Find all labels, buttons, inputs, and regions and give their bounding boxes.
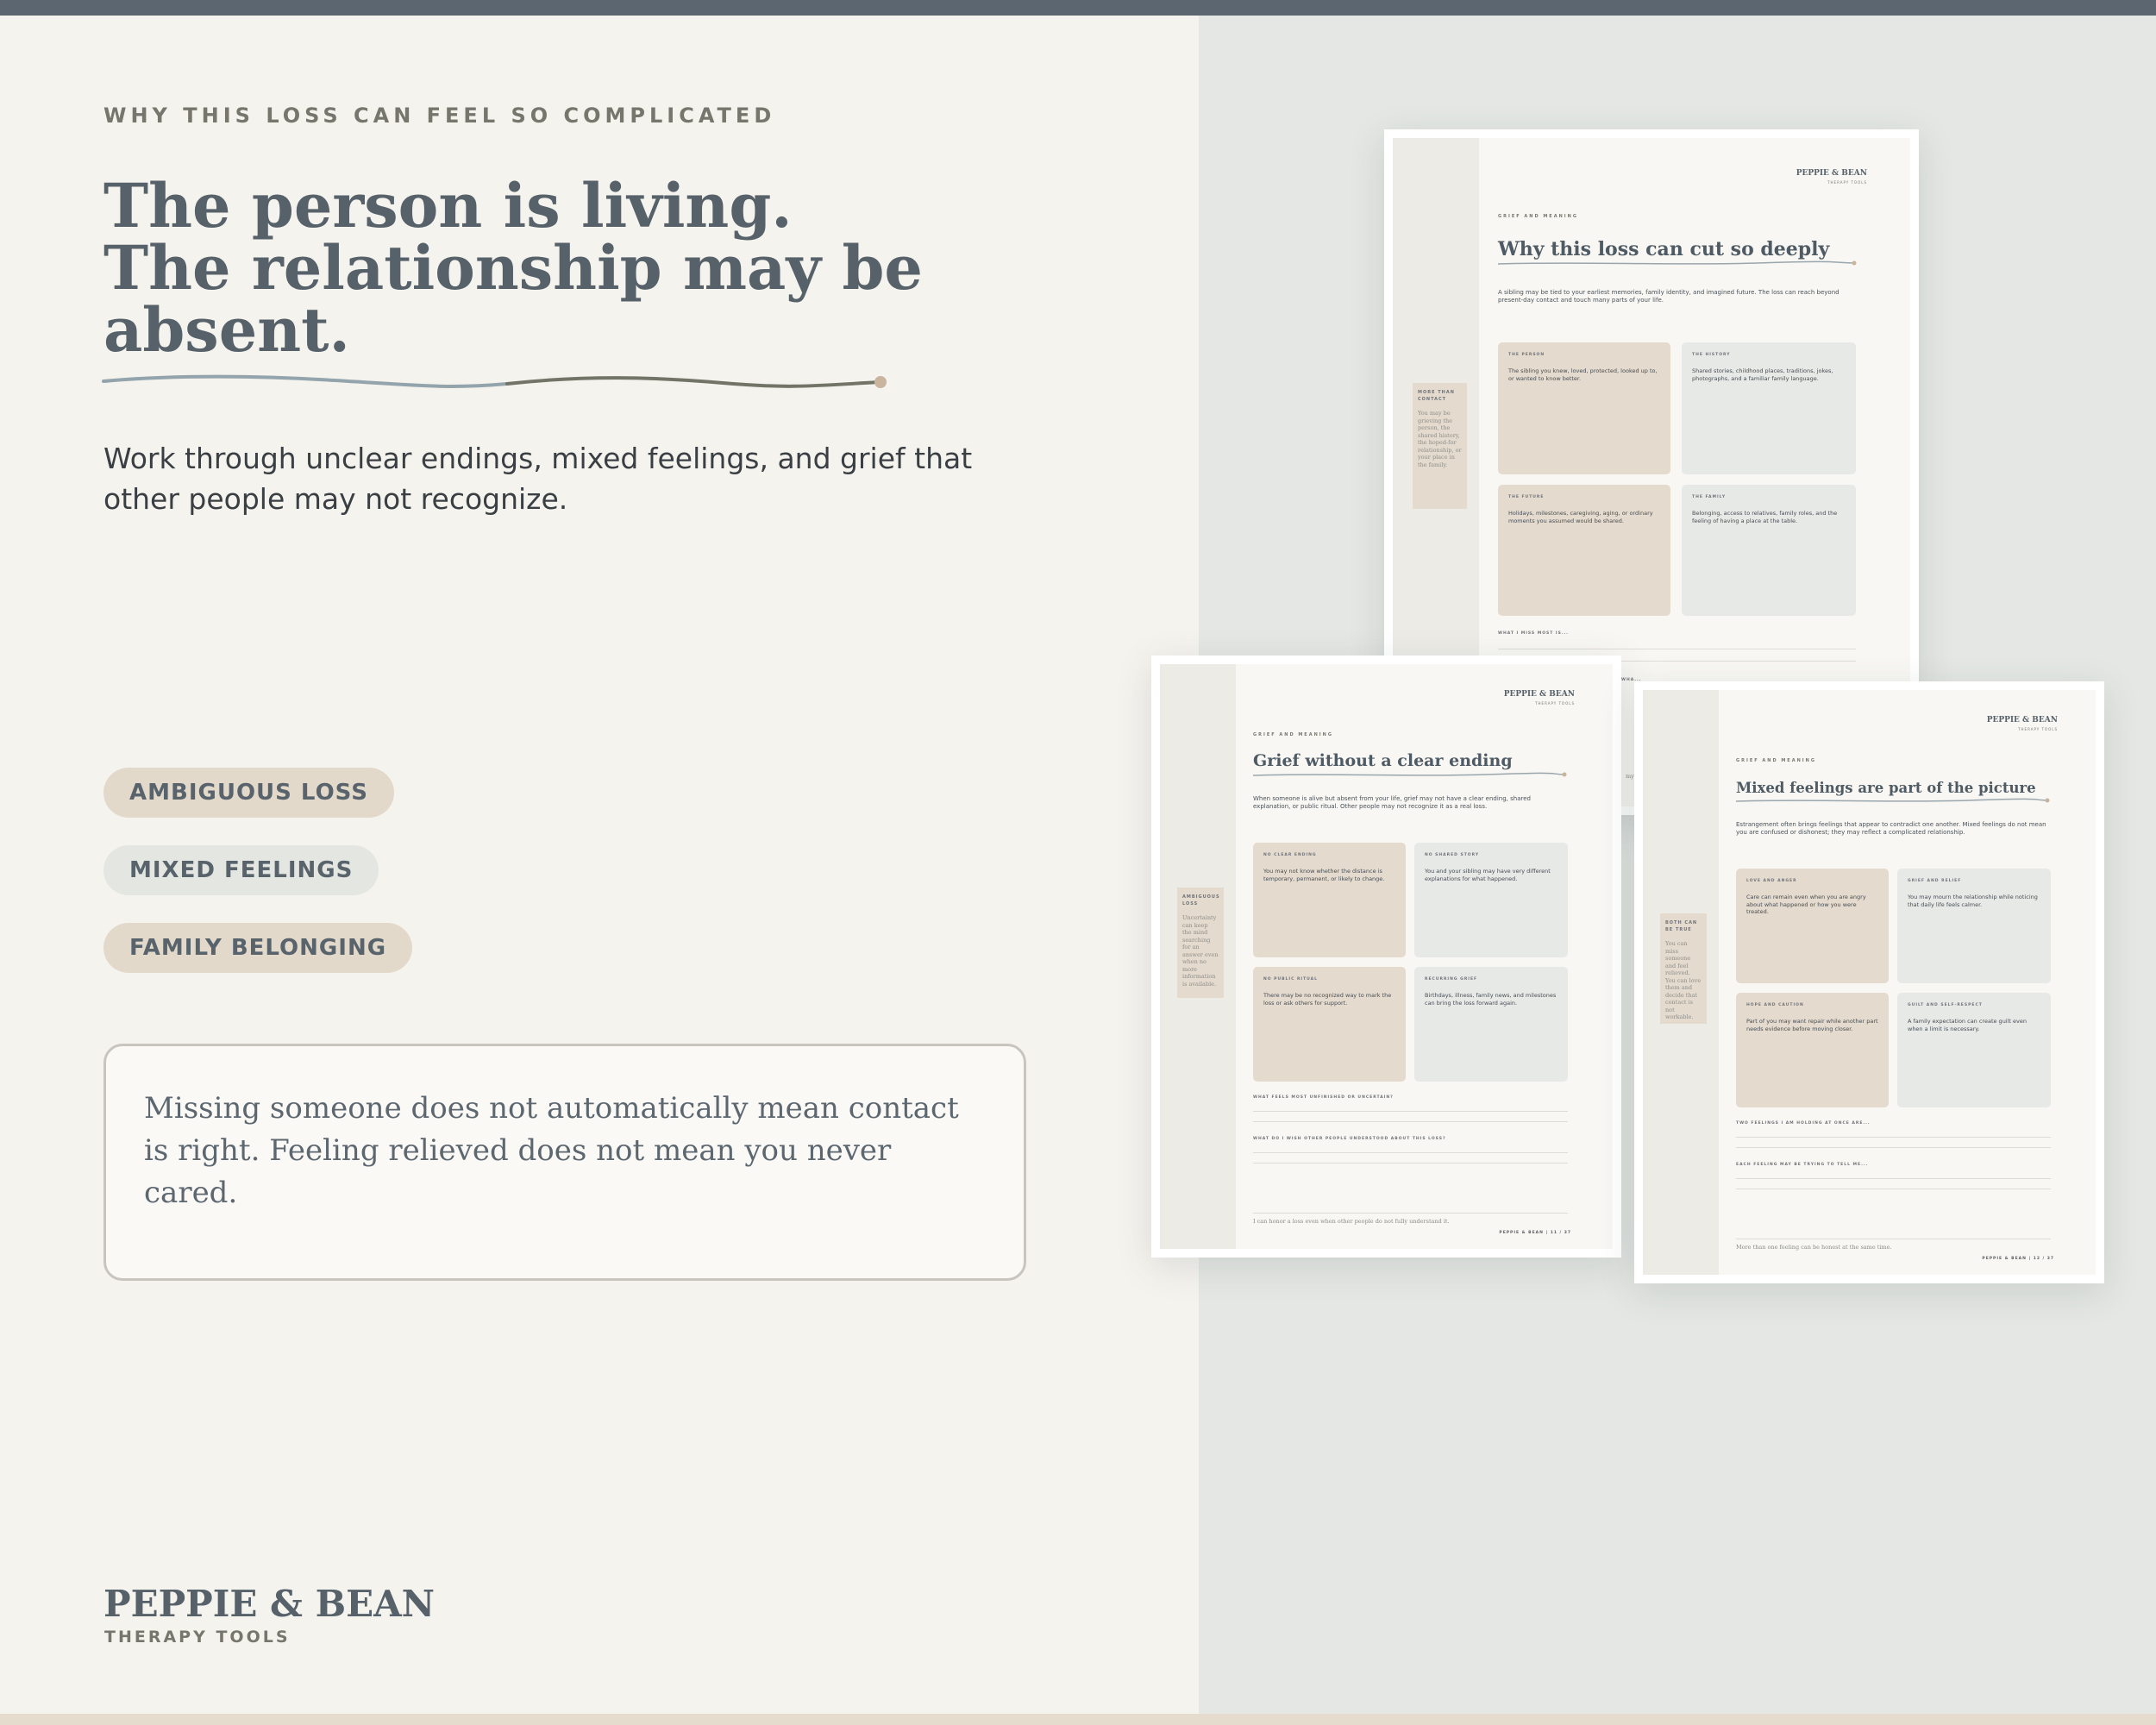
worksheet-preview-3: BOTH CAN BE TRUE You can miss someone an… xyxy=(1634,681,2104,1283)
sidebar-note: BOTH CAN BE TRUE You can miss someone an… xyxy=(1660,913,1707,1024)
quote-box: Missing someone does not automatically m… xyxy=(103,1044,1026,1281)
brand-tagline: THERAPY TOOLS xyxy=(104,1628,291,1647)
worksheet-logo: PEPPIE & BEAN THERAPY TOOLS xyxy=(1986,716,2058,731)
headline-line-3: absent. xyxy=(103,294,350,366)
page-title: The person is living. The relationship m… xyxy=(103,175,1035,361)
tag-family-belonging: FAMILY BELONGING xyxy=(103,923,413,973)
headline-line-1: The person is living. xyxy=(103,170,793,242)
top-bar xyxy=(0,0,2156,16)
worksheet-preview-2: AMBIGUOUS LOSS Uncertainty can keep the … xyxy=(1151,656,1621,1258)
sidebar-note: AMBIGUOUS LOSS Uncertainty can keep the … xyxy=(1177,888,1224,998)
subtitle: Work through unclear endings, mixed feel… xyxy=(103,442,973,516)
worksheet-title: Grief without a clear ending xyxy=(1253,751,1513,770)
tag-mixed-feelings: MIXED FEELINGS xyxy=(103,845,379,895)
worksheet-logo: PEPPIE & BEAN THERAPY TOOLS xyxy=(1796,169,1867,185)
worksheet-title: Mixed feelings are part of the picture xyxy=(1736,780,2036,796)
tag-ambiguous-loss: AMBIGUOUS LOSS xyxy=(103,768,394,818)
quote-text: Missing someone does not automatically m… xyxy=(144,1091,959,1210)
headline-line-2: The relationship may be xyxy=(103,232,923,304)
eyebrow: WHY THIS LOSS CAN FEEL SO COMPLICATED xyxy=(103,104,776,128)
sidebar-note: MORE THAN CONTACT You may be grieving th… xyxy=(1413,383,1467,509)
brand-logo: PEPPIE & BEAN xyxy=(103,1583,436,1625)
title-underline xyxy=(102,374,887,388)
worksheet-logo: PEPPIE & BEAN THERAPY TOOLS xyxy=(1503,690,1575,706)
worksheet-title: Why this loss can cut so deeply xyxy=(1498,238,1830,260)
bottom-bar xyxy=(0,1714,2156,1725)
